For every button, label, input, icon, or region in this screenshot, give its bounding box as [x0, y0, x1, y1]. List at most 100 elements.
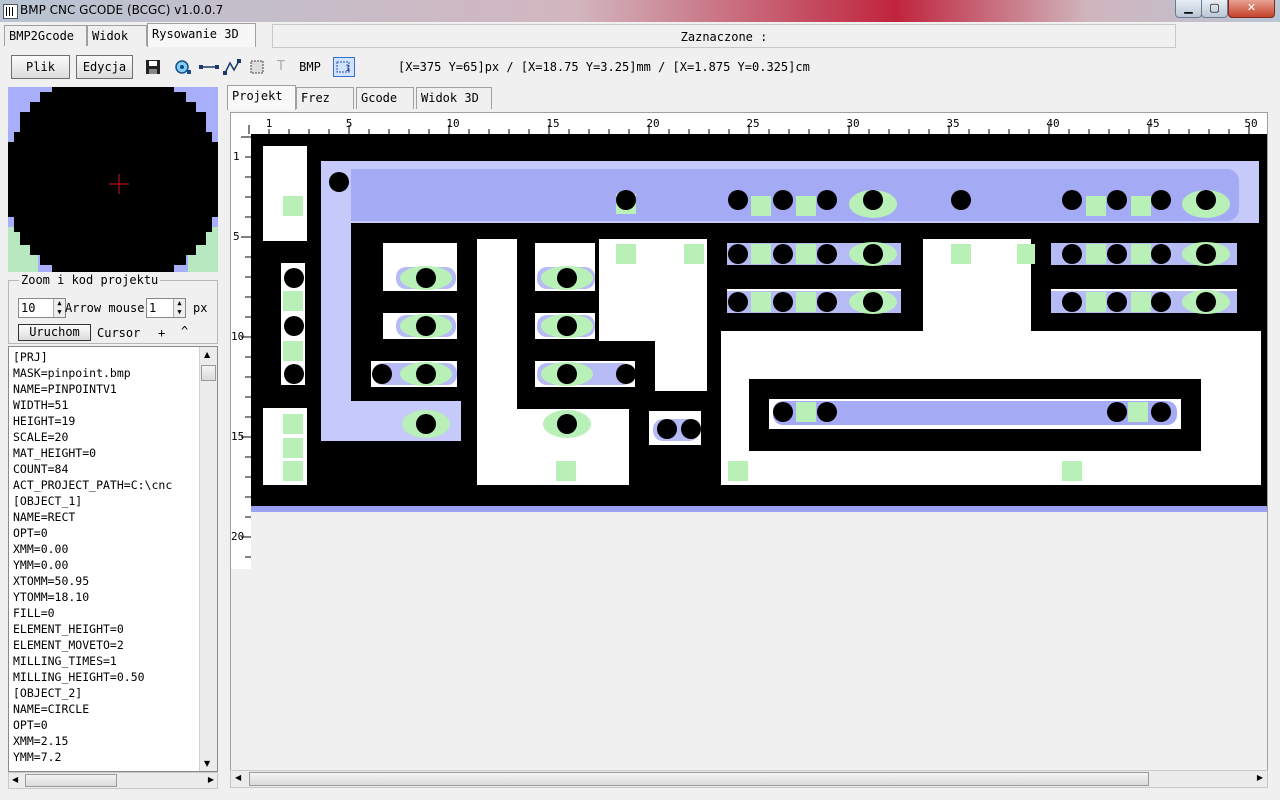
tab-rysowanie-3d[interactable]: Rysowanie 3D: [147, 23, 256, 47]
polyline-tool-icon[interactable]: [223, 59, 241, 75]
line-tool-icon[interactable]: [199, 59, 219, 75]
project-code-textarea[interactable]: [PRJ] MASK=pinpoint.bmp NAME=PINPOINTV1 WID…: [8, 346, 218, 772]
canvas-scroll-left-icon[interactable]: ◀: [235, 773, 241, 782]
cursor-plus-button[interactable]: +: [158, 326, 165, 340]
code-lines: [PRJ] MASK=pinpoint.bmp NAME=PINPOINTV1 WID…: [13, 349, 201, 765]
zoom-panel-legend: Zoom i kod projektu: [19, 273, 161, 287]
pcb-drawing[interactable]: 1 5 10 15 20 25 30 35 40 45 50 1 5 10 15…: [231, 113, 1268, 788]
code-vscroll-thumb[interactable]: [201, 365, 216, 381]
code-line: YTOMM=18.10: [13, 590, 90, 604]
ruler-x-label: 50: [1244, 117, 1257, 130]
uruchom-button[interactable]: Uruchom: [18, 324, 91, 341]
code-line: WIDTH=51: [13, 398, 69, 412]
code-line: SCALE=20: [13, 430, 69, 444]
ruler-x-label: 5: [346, 117, 353, 130]
code-line: YMM=0.00: [13, 558, 69, 572]
code-horizontal-scrollbar[interactable]: ◀ ▶: [8, 772, 218, 789]
zoom-panel: Zoom i kod projektu 10 ▲ ▼ Arrow mouse 1 …: [8, 273, 218, 344]
code-line: XTOMM=50.95: [13, 574, 90, 588]
code-line: [OBJECT_1]: [13, 494, 83, 508]
ruler-x-label: 20: [646, 117, 659, 130]
cursor-label: Cursor: [97, 326, 141, 340]
code-line: FILL=0: [13, 606, 55, 620]
ruler-y-label: 20: [231, 530, 244, 543]
ruler-x-label: 1: [266, 117, 273, 130]
pcb-board: [251, 134, 1267, 512]
code-line: MAT_HEIGHT=0: [13, 446, 97, 460]
save-icon[interactable]: [145, 59, 161, 75]
code-line: MILLING_TIMES=1: [13, 654, 117, 668]
code-line: MASK=pinpoint.bmp: [13, 366, 131, 380]
selection-status: Zaznaczone :: [272, 24, 1176, 48]
plik-button[interactable]: Plik: [11, 55, 70, 79]
maximize-button[interactable]: ▢: [1201, 0, 1228, 18]
zoom-preview: [8, 87, 218, 272]
minimize-button[interactable]: ▁: [1175, 0, 1202, 18]
tab-frez[interactable]: Frez: [296, 87, 354, 109]
code-line: [PRJ]: [13, 350, 48, 364]
code-hscroll-thumb[interactable]: [25, 774, 117, 787]
code-vertical-scrollbar[interactable]: ▲ ▼: [199, 347, 217, 771]
edycja-button[interactable]: Edycja: [76, 55, 133, 79]
code-line: COUNT=84: [13, 462, 69, 476]
close-icon: ✕: [1246, 1, 1257, 14]
ruler-y-label: 1: [233, 150, 240, 163]
select-tool-icon[interactable]: 1: [333, 57, 355, 77]
tab-widok-3d[interactable]: Widok 3D: [416, 87, 492, 109]
tab-projekt[interactable]: Projekt: [227, 85, 296, 110]
maximize-icon: ▢: [1209, 1, 1220, 14]
rect-tool-icon[interactable]: [249, 59, 265, 75]
minimize-icon: ▁: [1184, 1, 1193, 14]
ruler-x-label: 35: [946, 117, 959, 130]
code-line: OPT=0: [13, 718, 48, 732]
arrow-spin-arrows-icon[interactable]: ▲ ▼: [173, 299, 185, 317]
tab-widok[interactable]: Widok: [87, 25, 147, 46]
text-tool-icon[interactable]: T: [273, 59, 289, 75]
code-line: NAME=PINPOINTV1: [13, 382, 117, 396]
tab-bmp2gcode[interactable]: BMP2Gcode: [4, 25, 87, 46]
window-title: BMP CNC GCODE (BCGC) v1.0.0.7: [20, 3, 224, 17]
canvas-scroll-right-icon[interactable]: ▶: [1257, 773, 1263, 782]
ruler-x-label: 10: [446, 117, 459, 130]
code-line: ACT_PROJECT_PATH=C:\cnc: [13, 478, 173, 492]
scroll-right-icon[interactable]: ▶: [208, 775, 214, 784]
ruler-x-label: 40: [1046, 117, 1059, 130]
canvas-horizontal-scrollbar[interactable]: ◀ ▶: [230, 770, 1268, 788]
title-bar: BMP CNC GCODE (BCGC) v1.0.0.7 ▁ ▢ ✕: [0, 0, 1280, 22]
canvas-hscroll-thumb[interactable]: [249, 772, 1149, 786]
app-icon: [3, 4, 18, 19]
ruler-x-label: 30: [846, 117, 859, 130]
zoom-value: 10: [21, 301, 36, 315]
code-line: HEIGHT=19: [13, 414, 76, 428]
tab-gcode[interactable]: Gcode: [356, 87, 414, 109]
ruler-x-label: 15: [546, 117, 559, 130]
ruler-y-label: 10: [231, 330, 244, 343]
bmp-tool[interactable]: BMP: [296, 59, 324, 75]
zoom-spinner[interactable]: 10 ▲ ▼: [18, 298, 66, 318]
toolbar: Plik Edycja T BMP 1 [X=375 Y=65]px / [X=…: [0, 52, 1280, 82]
circle-tool-icon[interactable]: [174, 59, 191, 75]
code-line: YMM=7.2: [13, 750, 62, 764]
code-line: XMM=0.00: [13, 542, 69, 556]
ruler-x-label: 25: [746, 117, 759, 130]
scroll-left-icon[interactable]: ◀: [12, 775, 18, 784]
code-line: OPT=0: [13, 526, 48, 540]
scroll-down-icon[interactable]: ▼: [204, 759, 210, 768]
code-line: [OBJECT_2]: [13, 686, 83, 700]
scroll-up-icon[interactable]: ▲: [204, 350, 210, 359]
arrow-mouse-spinner[interactable]: 1 ▲ ▼: [146, 298, 186, 318]
code-line: XMM=2.15: [13, 734, 69, 748]
code-line: NAME=CIRCLE: [13, 702, 90, 716]
ruler-y-label: 15: [231, 430, 244, 443]
cursor-caret-button[interactable]: ^: [181, 324, 188, 338]
coordinates-readout: [X=375 Y=65]px / [X=18.75 Y=3.25]mm / [X…: [398, 60, 810, 74]
close-button[interactable]: ✕: [1228, 0, 1275, 18]
drawing-canvas[interactable]: 1 5 10 15 20 25 30 35 40 45 50 1 5 10 15…: [230, 112, 1268, 788]
code-line: MILLING_HEIGHT=0.50: [13, 670, 145, 684]
ruler-x-label: 45: [1146, 117, 1159, 130]
svg-text:1: 1: [345, 64, 351, 74]
px-unit-label: px: [193, 301, 208, 315]
arrow-mouse-value: 1: [149, 301, 157, 315]
code-line: NAME=RECT: [13, 510, 76, 524]
zoom-spin-arrows-icon[interactable]: ▲ ▼: [53, 299, 65, 317]
